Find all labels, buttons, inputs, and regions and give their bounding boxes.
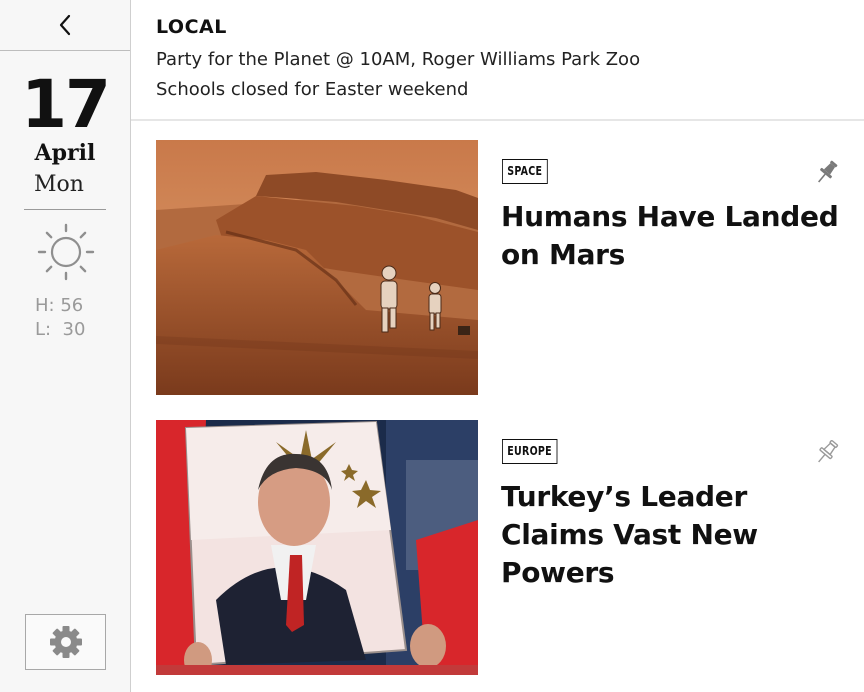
local-item[interactable]: Schools closed for Easter weekend <box>156 79 468 100</box>
chevron-left-icon <box>59 14 71 36</box>
article-card[interactable]: EUROPE Turkey’s Leader Claims Vast New P… <box>156 420 846 676</box>
date-weekday: Mon <box>34 172 84 197</box>
date-divider <box>24 209 106 210</box>
category-tag[interactable]: SPACE <box>502 159 548 184</box>
article-headline[interactable]: Turkey’s Leader Claims Vast New Powers <box>501 478 846 592</box>
article-headline[interactable]: Humans Have Landed on Mars <box>501 198 846 274</box>
local-title: LOCAL <box>156 16 227 38</box>
sidebar: 17 April Mon H: 56 L: 30 <box>0 0 131 692</box>
article-card[interactable]: SPACE Humans Have Landed on Mars <box>156 140 846 396</box>
local-item[interactable]: Party for the Planet @ 10AM, Roger Willi… <box>156 49 640 70</box>
article-image[interactable] <box>156 420 478 675</box>
sun-icon <box>37 223 95 281</box>
temp-high: H: 56 <box>35 295 84 316</box>
back-button[interactable] <box>0 0 130 51</box>
article-image[interactable] <box>156 140 478 395</box>
settings-button[interactable] <box>25 614 106 670</box>
date-month: April <box>34 140 96 166</box>
local-news-section: LOCAL Party for the Planet @ 10AM, Roger… <box>131 0 864 121</box>
category-tag[interactable]: EUROPE <box>502 439 558 464</box>
gear-icon <box>49 626 82 658</box>
pin-icon[interactable] <box>814 158 840 186</box>
temp-low: L: 30 <box>35 319 86 340</box>
temperature-range: H: 56 L: 30 <box>35 294 85 342</box>
pin-outline-icon[interactable] <box>814 438 840 466</box>
date-day: 17 <box>21 66 111 143</box>
